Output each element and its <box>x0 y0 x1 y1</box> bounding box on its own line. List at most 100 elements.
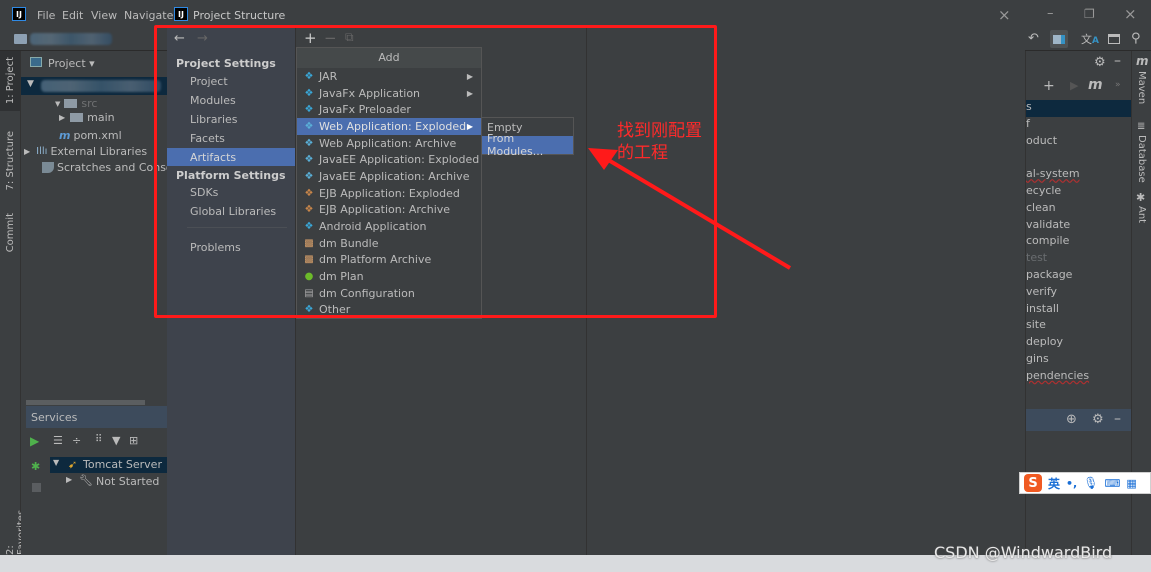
maven-tree-row[interactable]: site <box>1026 318 1132 335</box>
maven-tree-row[interactable]: validate <box>1026 218 1132 235</box>
dialog-close-button[interactable]: × <box>998 6 1011 24</box>
maven-tree-row[interactable]: oduct <box>1026 134 1132 151</box>
maven-file-icon: m <box>59 129 71 142</box>
maven-goal-icon[interactable]: m <box>1088 77 1103 93</box>
services-header: Services <box>26 406 167 428</box>
tab-maven[interactable]: Maven <box>1136 71 1147 104</box>
maven-tree-row[interactable]: test <box>1026 251 1132 268</box>
stop-icon[interactable] <box>32 483 41 492</box>
service-row-not-started[interactable]: ▶ 🔧︎ Not Started <box>66 474 167 490</box>
arrow-shaft <box>598 153 792 270</box>
collapse-all-icon[interactable]: ÷ <box>72 434 81 447</box>
expand-icon[interactable]: ▼ <box>27 79 34 89</box>
wrench-icon: 🔧︎ <box>79 474 93 487</box>
apps-icon[interactable]: ▦ <box>1126 477 1136 490</box>
maven-row-label: clean <box>1026 200 1056 214</box>
maven-tree-row[interactable]: ecycle <box>1026 184 1132 201</box>
hide-panel-icon[interactable]: – <box>1114 53 1121 69</box>
maven-row-label: al-system <box>1026 167 1080 181</box>
translate-icon[interactable]: 文A <box>1081 31 1099 47</box>
tab-commit[interactable]: Commit <box>5 213 16 252</box>
scratches-icon <box>42 162 54 173</box>
maven-run-icon[interactable]: ▶ <box>1070 79 1078 92</box>
project-view-icon <box>30 57 42 67</box>
maven-tree-row[interactable] <box>1026 150 1132 167</box>
maven-add-icon[interactable]: + <box>1043 78 1055 94</box>
add-service-icon[interactable]: ⊞ <box>129 434 138 447</box>
tree-row-main[interactable]: ▶ main <box>59 109 115 126</box>
microphone-icon[interactable]: 🎙︎ <box>1083 476 1098 490</box>
maven-row-label: deploy <box>1026 335 1064 349</box>
maven-row-label: verify <box>1026 284 1058 298</box>
left-tool-strip: 1: Project 7: Structure Commit 2: Favori… <box>0 51 27 555</box>
maven-bottom-toolbar: ⊕ ⚙ – <box>1026 409 1132 431</box>
maven-row-label: package <box>1026 268 1073 281</box>
menu-view[interactable]: View <box>91 9 117 22</box>
minimize-icon[interactable]: – <box>1114 411 1121 427</box>
filter-icon[interactable]: ▼ <box>112 434 120 447</box>
watermark: CSDN @WindwardBird <box>934 543 1113 562</box>
maven-tree-row[interactable]: gins <box>1026 352 1132 369</box>
tab-ant[interactable]: Ant <box>1136 206 1147 223</box>
menu-navigate[interactable]: Navigate <box>124 9 173 22</box>
arrow-head <box>588 148 618 170</box>
settings-gear-icon[interactable]: ⚙ <box>1094 55 1106 70</box>
undo-icon[interactable]: ↶ <box>1028 31 1039 46</box>
debug-icon[interactable]: ✱ <box>31 460 40 473</box>
project-view-selector[interactable]: Project ▾ <box>48 57 95 70</box>
crosshair-icon[interactable]: ⊕ <box>1066 412 1077 427</box>
maven-tree-row[interactable]: f <box>1026 117 1132 134</box>
tree-row-pom[interactable]: m pom.xml <box>59 127 122 144</box>
maven-row-label: test <box>1026 251 1048 265</box>
maven-tree-row[interactable]: package <box>1026 268 1132 285</box>
maven-tree-row[interactable]: deploy <box>1026 335 1132 352</box>
terminal-icon[interactable] <box>1108 34 1120 44</box>
horizontal-scrollbar[interactable] <box>26 400 145 405</box>
ime-lang-toggle[interactable]: 英 <box>1048 475 1060 492</box>
menu-edit[interactable]: Edit <box>62 9 83 22</box>
gear-icon[interactable]: ⚙ <box>1092 412 1104 427</box>
maven-tree-row[interactable]: s <box>1026 100 1132 117</box>
maven-row-label: site <box>1026 318 1046 332</box>
project-structure-button[interactable] <box>1050 30 1068 48</box>
window-restore-button[interactable]: ❐ <box>1084 7 1095 21</box>
sogou-logo-icon: S <box>1024 474 1042 492</box>
run-icon[interactable]: ▶ <box>30 434 39 448</box>
folder-icon <box>64 99 78 108</box>
ime-punct-toggle[interactable]: •, <box>1066 477 1077 490</box>
services-title: Services <box>31 411 78 424</box>
project-folder-icon <box>14 34 27 44</box>
ant-icon: ✱ <box>1136 191 1146 204</box>
tab-structure[interactable]: 7: Structure <box>5 131 16 190</box>
tab-database[interactable]: Database <box>1136 135 1147 183</box>
search-icon[interactable]: ⚲ <box>1131 31 1141 46</box>
tree-row-external-libraries[interactable]: ▶ Illı External Libraries <box>24 143 147 160</box>
menu-file[interactable]: File <box>37 9 55 22</box>
intellij-logo-icon: IJ <box>12 7 26 21</box>
maven-tree-row[interactable]: verify <box>1026 285 1132 302</box>
group-icon[interactable]: ⠿ <box>95 434 102 445</box>
dialog-logo-icon: IJ <box>174 7 188 21</box>
dialog-title: Project Structure <box>193 9 286 22</box>
ime-toolbar[interactable]: S 英 •, 🎙︎ ⌨ ▦ <box>1019 472 1151 494</box>
service-row-tomcat[interactable]: ▼ ➹ Tomcat Server <box>50 457 167 473</box>
maven-tree-row[interactable]: install <box>1026 302 1132 319</box>
expand-all-icon[interactable]: ☰ <box>53 434 63 447</box>
maven-row-label: f <box>1026 116 1030 130</box>
window-minimize-button[interactable]: – <box>1047 6 1054 21</box>
maven-tree-row[interactable]: clean <box>1026 201 1132 218</box>
maven-tree-row[interactable]: al-system <box>1026 167 1132 184</box>
maven-tree-row[interactable]: pendencies <box>1026 369 1132 386</box>
annotation-line-1: 找到刚配置 <box>617 121 702 141</box>
maven-row-label: install <box>1026 301 1059 315</box>
tree-root-row[interactable]: ▼ <box>21 77 167 95</box>
keyboard-icon[interactable]: ⌨ <box>1104 477 1120 490</box>
maven-row-label: validate <box>1026 217 1071 231</box>
window-close-button[interactable]: × <box>1124 5 1137 23</box>
more-icon[interactable]: » <box>1115 80 1121 90</box>
maven-icon: m <box>1136 54 1149 68</box>
tomcat-icon: ➹ <box>68 458 78 471</box>
project-panel: Project ▾ ▼ ▼ src ▶ main m pom.xml ▶ Illı Ext… <box>21 51 188 406</box>
maven-tree-row[interactable]: compile <box>1026 234 1132 251</box>
tab-project[interactable]: 1: Project <box>5 57 16 104</box>
